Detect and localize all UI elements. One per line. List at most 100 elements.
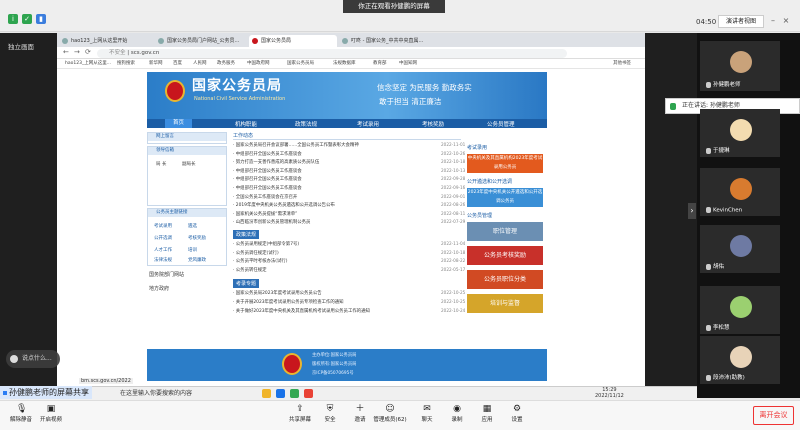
tab-hao123[interactable]: hao123_上网从这里开始 bbox=[59, 35, 153, 47]
topic-link[interactable]: 考核奖励 bbox=[188, 235, 206, 241]
share-banner[interactable]: 你正在观看孙健鹏的屏幕 bbox=[343, 0, 445, 13]
leave-meeting-button[interactable]: 离开会议 bbox=[753, 406, 794, 425]
chrome-icon[interactable] bbox=[290, 389, 299, 398]
bookmark-item[interactable]: 其他书签 bbox=[613, 59, 631, 69]
screen-share-label[interactable]: 孙健鹏老师的屏幕共享 bbox=[0, 386, 92, 399]
news-item[interactable]: · 关于开展2023年度考试录用公务员专项检查工作的通知 bbox=[233, 299, 463, 305]
policy-heading[interactable]: 政策法规 bbox=[233, 230, 260, 239]
right-heading-manage[interactable]: 公务员管理 bbox=[467, 212, 492, 219]
url-input[interactable]: 不安全 | scs.gov.cn bbox=[97, 49, 567, 58]
news-item[interactable]: · 中组部召开全国公务员工作座谈会 bbox=[233, 151, 463, 157]
topic-link[interactable]: 培训 bbox=[188, 247, 197, 253]
exam-banner[interactable]: 中央机关及其直属机构2023年度考试录用公务员 bbox=[467, 154, 543, 173]
selection-banner[interactable]: 2023年度中央机关公开遴选和公开选调公务员 bbox=[467, 188, 543, 207]
message-box[interactable]: 网上留言 bbox=[147, 132, 227, 144]
nav-item[interactable]: 政策法规 bbox=[295, 120, 317, 128]
participant-tile[interactable]: 段沛沛(助教) bbox=[700, 336, 780, 384]
nav-item[interactable]: 机构职能 bbox=[235, 120, 257, 128]
bookmark-item[interactable]: 中国知网 bbox=[399, 59, 417, 69]
news-item[interactable]: · 中组部召开全国公务员工作座谈会 bbox=[233, 185, 463, 191]
manage-banner[interactable]: 职位管理 bbox=[467, 222, 543, 241]
news-item[interactable]: · 公务员调任规定(试行) bbox=[233, 250, 463, 256]
shield-button[interactable]: ⛨ 安全 bbox=[313, 404, 347, 423]
news-item[interactable]: · 全国公务员工作座谈会在京召开 bbox=[233, 194, 463, 200]
taskbar-search[interactable]: 在这里输入你要搜索的内容 bbox=[120, 388, 250, 399]
news-item[interactable]: · 公务员转任规定 bbox=[233, 267, 463, 273]
shield-icon[interactable]: ✓ bbox=[22, 14, 32, 24]
nav-home[interactable]: 首页 bbox=[165, 119, 193, 128]
leader-link[interactable]: 局 长 bbox=[156, 161, 166, 167]
news-item[interactable]: · 努力打造一支善作善成的高素质公务员队伍 bbox=[233, 159, 463, 165]
topic-link[interactable]: 人才工作 bbox=[154, 247, 172, 253]
bookmark-item[interactable]: 百度 bbox=[173, 59, 182, 69]
dept-sites-link[interactable]: 国务院部门网站 bbox=[149, 271, 184, 278]
nav-item[interactable]: 公务员管理 bbox=[487, 120, 515, 128]
bookmark-item[interactable]: 搜狗搜索 bbox=[117, 59, 135, 69]
edge-icon[interactable] bbox=[276, 389, 285, 398]
mic-button[interactable]: 🎙 解除静音 bbox=[4, 404, 38, 423]
topic-link[interactable]: 法律法规 bbox=[154, 257, 172, 263]
layout-selector[interactable]: 演讲者视图 bbox=[718, 15, 764, 28]
news-item[interactable]: · 关于做好2023年度中央机关及其直属机构考试录用公务员工作的通知 bbox=[233, 308, 463, 314]
collapse-left-icon[interactable]: › bbox=[688, 203, 696, 219]
news-item[interactable]: · 中组部召开全国公务员工作座谈会 bbox=[233, 168, 463, 174]
chat-bubble[interactable]: 说点什么... bbox=[6, 350, 60, 368]
right-heading-selection[interactable]: 公开遴选和公开选调 bbox=[467, 178, 512, 185]
topic-link[interactable]: 党风廉政 bbox=[188, 257, 206, 263]
apps-button[interactable]: ▦ 应用 bbox=[470, 404, 504, 423]
bookmark-item[interactable]: 国家公务员局 bbox=[287, 59, 314, 69]
news-item[interactable]: · 山西临汾市创新公务员管理机制公务员 bbox=[233, 219, 463, 225]
news-item[interactable]: · 2019年度中央机关公务员遴选和公开选调公告公布 bbox=[233, 202, 463, 208]
leader-link[interactable]: 副局长 bbox=[182, 161, 196, 167]
signal-icon[interactable]: ▮ bbox=[36, 14, 46, 24]
news-item[interactable]: · 公务员录用规定(中组部令第7号) bbox=[233, 241, 463, 247]
news-item[interactable]: · 公务员平时考核办法(试行) bbox=[233, 258, 463, 264]
news-item[interactable]: · 中组部召开全国公务员工作座谈会 bbox=[233, 176, 463, 182]
folder-icon[interactable] bbox=[262, 389, 271, 398]
right-heading-exam[interactable]: 考试录用 bbox=[467, 144, 487, 151]
topic-link[interactable]: 考试录用 bbox=[154, 223, 172, 229]
news-item[interactable]: · 国家公务员局召开会议部署……全国公务员工作暨表彰大会精神 bbox=[233, 142, 463, 148]
participant-tile[interactable]: 于捷琳 bbox=[700, 109, 780, 157]
participant-tile[interactable]: KevinChen bbox=[700, 168, 780, 216]
topic-link[interactable]: 遴选 bbox=[188, 223, 197, 229]
video-button[interactable]: ▣ 开启视频 bbox=[34, 404, 68, 423]
news-item[interactable]: · 国家公务员局2023年度考试录用公务员公告 bbox=[233, 290, 463, 296]
bookmark-item[interactable]: 人民网 bbox=[193, 59, 207, 69]
app-icon[interactable] bbox=[304, 389, 313, 398]
share-button[interactable]: ⇪ 共享屏幕 bbox=[283, 404, 317, 423]
tab-scs[interactable]: 国家公务员局 bbox=[249, 35, 337, 47]
participant-tile[interactable]: 胡佑 bbox=[700, 225, 780, 273]
local-gov-link[interactable]: 地方政府 bbox=[149, 285, 169, 292]
members-button[interactable]: ☺ 管理成员(62) bbox=[370, 404, 410, 423]
bookmark-item[interactable]: 政务服务 bbox=[217, 59, 235, 69]
training-banner[interactable]: 培训与监督 bbox=[467, 294, 543, 313]
gear-button[interactable]: ⚙ 设置 bbox=[500, 404, 534, 423]
participant-tile[interactable]: 李松慧 bbox=[700, 286, 780, 334]
tab-dingdong[interactable]: 叮咚 - 国家公务_中共中央直属... bbox=[339, 35, 439, 47]
bookmark-item[interactable]: hao123_上网从这里... bbox=[65, 59, 111, 69]
chat-button[interactable]: ✉ 聊天 bbox=[410, 404, 444, 423]
bookmark-item[interactable]: 新华网 bbox=[149, 59, 163, 69]
topic-link[interactable]: 公开选调 bbox=[154, 235, 172, 241]
news-item[interactable]: · 国家机关公务员提拔“需求清单” bbox=[233, 211, 463, 217]
info-icon[interactable]: i bbox=[8, 14, 18, 24]
participant-tile[interactable]: 孙健鹏老师 bbox=[700, 41, 780, 91]
record-button[interactable]: ◉ 录制 bbox=[440, 404, 474, 423]
close-icon[interactable]: × bbox=[781, 16, 791, 26]
nav-item[interactable]: 考核奖励 bbox=[422, 120, 444, 128]
tab-gov[interactable]: 国家公务员局门户网站_公务员... bbox=[155, 35, 247, 47]
nav-item[interactable]: 考试录用 bbox=[357, 120, 379, 128]
classification-banner[interactable]: 公务员职位分类 bbox=[467, 270, 543, 289]
reload-icon[interactable]: ⟳ bbox=[85, 48, 91, 56]
bookmark-item[interactable]: 法规数据库 bbox=[333, 59, 356, 69]
back-icon[interactable]: ← bbox=[63, 48, 69, 56]
self-view-tag[interactable]: 独立画面 bbox=[8, 41, 34, 51]
bookmark-item[interactable]: 中国政府网 bbox=[247, 59, 270, 69]
minimize-icon[interactable]: – bbox=[768, 16, 778, 26]
work-news-heading[interactable]: 工作动态 bbox=[233, 132, 461, 140]
exam-heading[interactable]: 考录专题 bbox=[233, 279, 260, 288]
assessment-banner[interactable]: 公务员考核奖励 bbox=[467, 246, 543, 265]
forward-icon[interactable]: → bbox=[74, 48, 80, 56]
bookmark-item[interactable]: 教育部 bbox=[373, 59, 387, 69]
